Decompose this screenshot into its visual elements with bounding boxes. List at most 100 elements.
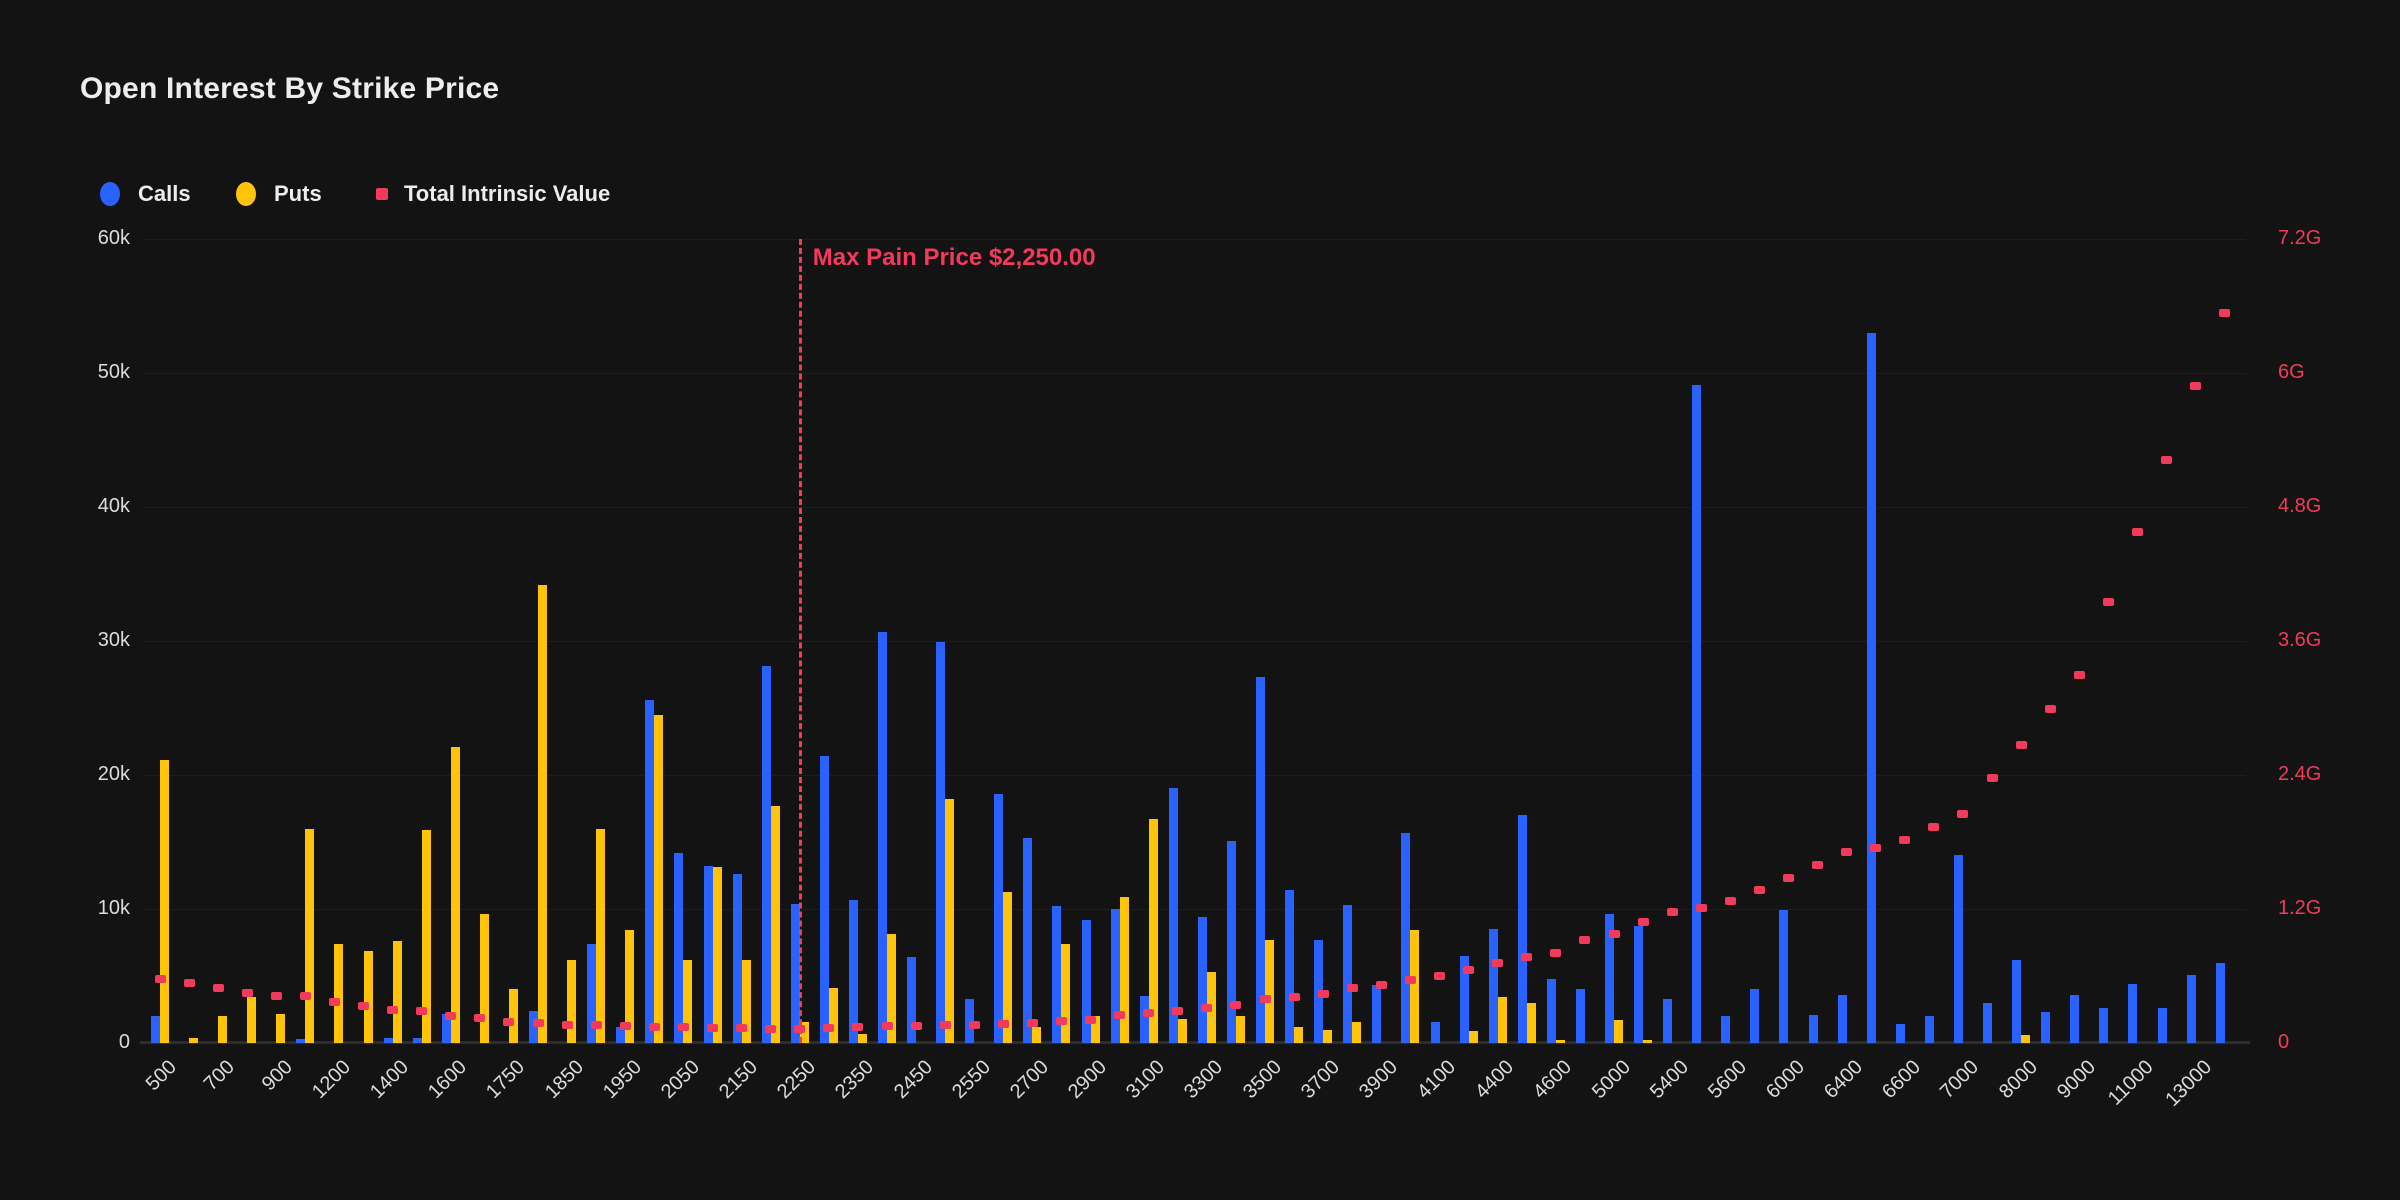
intrinsic-dot bbox=[1579, 936, 1590, 944]
x-axis-label: 2550 bbox=[948, 1056, 996, 1104]
intrinsic-dot bbox=[2103, 598, 2114, 606]
legend-item-total-intrinsic-value[interactable]: Total Intrinsic Value bbox=[376, 180, 610, 208]
intrinsic-dot bbox=[329, 998, 340, 1006]
intrinsic-dot bbox=[562, 1021, 573, 1029]
x-axis-label: 700 bbox=[200, 1056, 240, 1096]
intrinsic-dot bbox=[184, 979, 195, 987]
y-axis-label-left: 0 bbox=[20, 1031, 130, 1054]
intrinsic-dot bbox=[1376, 981, 1387, 989]
put-bar bbox=[2021, 1035, 2030, 1043]
intrinsic-dot bbox=[707, 1024, 718, 1032]
intrinsic-dot bbox=[649, 1023, 660, 1031]
call-bar bbox=[1169, 788, 1178, 1043]
call-bar bbox=[2128, 984, 2137, 1043]
x-axis-label: 6600 bbox=[1878, 1056, 1926, 1104]
put-bar bbox=[1527, 1003, 1536, 1043]
intrinsic-dot bbox=[300, 992, 311, 1000]
y-axis-label-right: 4.8G bbox=[2278, 495, 2321, 518]
call-bar bbox=[704, 866, 713, 1043]
call-bar bbox=[1023, 838, 1032, 1043]
y-axis-label-left: 30k bbox=[20, 629, 130, 652]
call-bar bbox=[1256, 677, 1265, 1043]
put-bar bbox=[1294, 1027, 1303, 1043]
x-axis-label: 1200 bbox=[308, 1056, 356, 1104]
put-bar bbox=[1265, 940, 1274, 1043]
x-axis-label: 4600 bbox=[1529, 1056, 1577, 1104]
plot-area[interactable] bbox=[144, 239, 2246, 1043]
intrinsic-dot bbox=[1928, 823, 1939, 831]
intrinsic-dot bbox=[503, 1018, 514, 1026]
intrinsic-dot bbox=[2074, 671, 2085, 679]
call-bar bbox=[1721, 1016, 1730, 1043]
x-axis-label: 2150 bbox=[715, 1056, 763, 1104]
put-bar bbox=[1120, 897, 1129, 1043]
intrinsic-dot bbox=[1289, 993, 1300, 1001]
intrinsic-dot bbox=[852, 1023, 863, 1031]
max-pain-line bbox=[799, 239, 802, 1043]
call-bar bbox=[1111, 909, 1120, 1043]
x-axis-label: 3500 bbox=[1239, 1056, 1287, 1104]
x-axis-label: 2250 bbox=[773, 1056, 821, 1104]
call-bar bbox=[1896, 1024, 1905, 1043]
intrinsic-dot bbox=[416, 1007, 427, 1015]
intrinsic-dot bbox=[2016, 741, 2027, 749]
put-bar bbox=[1614, 1020, 1623, 1043]
put-bar bbox=[364, 951, 373, 1043]
intrinsic-dot bbox=[1783, 874, 1794, 882]
intrinsic-dot bbox=[1027, 1019, 1038, 1027]
intrinsic-dot bbox=[1085, 1016, 1096, 1024]
call-bar bbox=[1663, 999, 1672, 1043]
intrinsic-dot bbox=[794, 1025, 805, 1033]
x-axis-label: 4400 bbox=[1471, 1056, 1519, 1104]
intrinsic-dot bbox=[940, 1021, 951, 1029]
call-bar bbox=[1954, 855, 1963, 1043]
intrinsic-dot bbox=[678, 1023, 689, 1031]
intrinsic-dot bbox=[998, 1020, 1009, 1028]
put-bar bbox=[1061, 944, 1070, 1043]
intrinsic-dot bbox=[1201, 1004, 1212, 1012]
x-axis-label: 11000 bbox=[2104, 1056, 2159, 1111]
y-axis-label-left: 50k bbox=[20, 361, 130, 384]
legend-item-calls[interactable]: Calls bbox=[100, 180, 191, 208]
intrinsic-dot bbox=[765, 1025, 776, 1033]
call-bar bbox=[1692, 385, 1701, 1043]
call-bar bbox=[1576, 989, 1585, 1043]
call-bar bbox=[1401, 833, 1410, 1043]
call-bar bbox=[1082, 920, 1091, 1043]
gridline-h bbox=[144, 641, 2246, 642]
call-bar bbox=[151, 1016, 160, 1043]
x-axis-label: 1400 bbox=[366, 1056, 414, 1104]
intrinsic-dot bbox=[1521, 953, 1532, 961]
put-bar bbox=[1352, 1022, 1361, 1043]
intrinsic-dot bbox=[823, 1024, 834, 1032]
call-bar bbox=[1983, 1003, 1992, 1043]
put-bar bbox=[1410, 930, 1419, 1043]
put-bar bbox=[1643, 1040, 1652, 1043]
put-bar bbox=[1469, 1031, 1478, 1043]
y-axis-label-right: 2.4G bbox=[2278, 763, 2321, 786]
put-bar bbox=[858, 1034, 867, 1043]
x-axis-label: 6000 bbox=[1762, 1056, 1810, 1104]
legend-item-puts[interactable]: Puts bbox=[236, 180, 322, 208]
legend-label: Total Intrinsic Value bbox=[404, 181, 610, 207]
y-axis-label-left: 20k bbox=[20, 763, 130, 786]
intrinsic-dot bbox=[1812, 861, 1823, 869]
call-bar bbox=[1809, 1015, 1818, 1043]
intrinsic-dot bbox=[533, 1019, 544, 1027]
x-axis-label: 3900 bbox=[1355, 1056, 1403, 1104]
call-bar bbox=[1372, 985, 1381, 1043]
intrinsic-dot bbox=[474, 1014, 485, 1022]
intrinsic-dot bbox=[358, 1002, 369, 1010]
put-bar bbox=[451, 747, 460, 1043]
call-bar bbox=[674, 853, 683, 1043]
intrinsic-dot bbox=[1696, 904, 1707, 912]
x-axis-label: 2900 bbox=[1064, 1056, 1112, 1104]
y-axis-label-left: 10k bbox=[20, 897, 130, 920]
intrinsic-swatch-icon bbox=[376, 188, 388, 200]
call-bar bbox=[1198, 917, 1207, 1043]
intrinsic-dot bbox=[1405, 976, 1416, 984]
y-axis-label-left: 40k bbox=[20, 495, 130, 518]
put-bar bbox=[276, 1014, 285, 1043]
intrinsic-dot bbox=[2132, 528, 2143, 536]
x-axis-label: 3100 bbox=[1122, 1056, 1170, 1104]
